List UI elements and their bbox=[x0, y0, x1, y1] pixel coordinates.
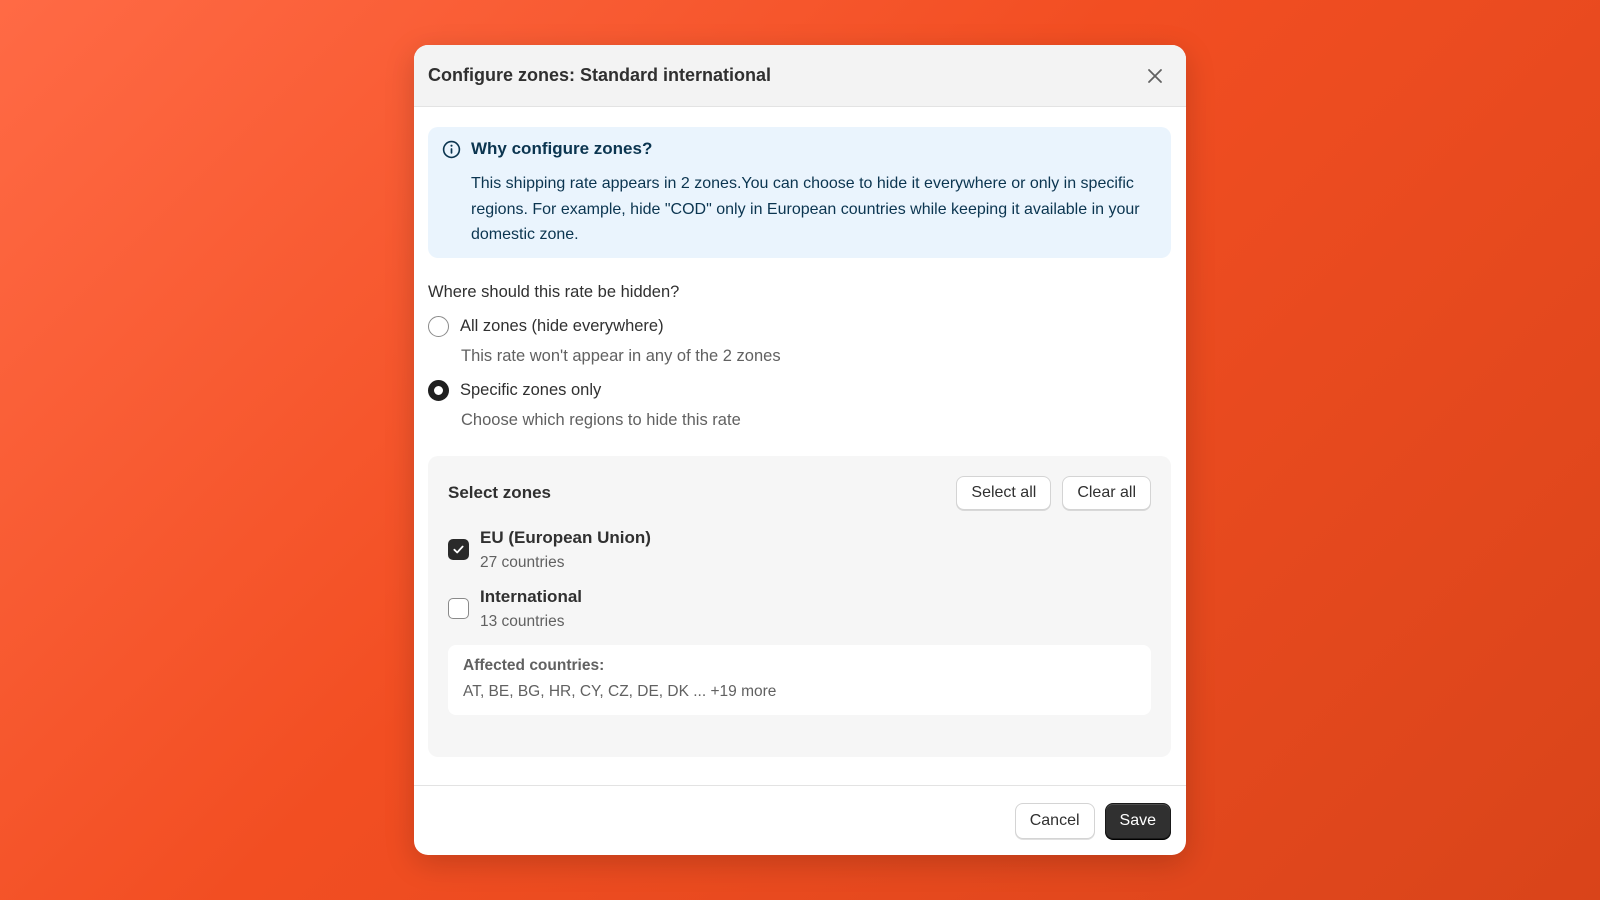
zones-header: Select zones Select all Clear all bbox=[448, 476, 1151, 510]
info-banner-header: Why configure zones? bbox=[442, 139, 1155, 159]
radio-specific-zones-control[interactable] bbox=[428, 380, 449, 401]
save-button[interactable]: Save bbox=[1104, 802, 1171, 839]
modal-title: Configure zones: Standard international bbox=[428, 65, 772, 85]
info-banner-title: Why configure zones? bbox=[471, 139, 653, 158]
hide-question: Where should this rate be hidden? bbox=[428, 283, 680, 301]
zone-eu-text: EU (European Union) 27 countries bbox=[480, 528, 651, 572]
info-banner-text: This shipping rate appears in 2 zones.Yo… bbox=[471, 175, 1140, 243]
radio-all-zones-label[interactable]: All zones (hide everywhere) bbox=[460, 317, 664, 336]
clear-all-button[interactable]: Clear all bbox=[1062, 476, 1151, 510]
radio-specific-zones-help: Choose which regions to hide this rate bbox=[461, 411, 741, 429]
radio-all-zones-control[interactable] bbox=[428, 316, 449, 337]
zone-item-international[interactable]: International 13 countries bbox=[448, 587, 1151, 631]
cancel-button[interactable]: Cancel bbox=[1014, 802, 1095, 839]
zone-international-checkbox[interactable] bbox=[448, 598, 469, 619]
configure-zones-modal: Configure zones: Standard international … bbox=[414, 45, 1186, 855]
affected-countries-box: Affected countries: AT, BE, BG, HR, CY, … bbox=[448, 645, 1151, 715]
zone-international-name: International bbox=[480, 587, 583, 606]
modal-header: Configure zones: Standard international bbox=[414, 45, 1186, 107]
zone-eu-checkbox[interactable] bbox=[448, 539, 469, 560]
zones-card: Select zones Select all Clear all EU (Eu… bbox=[428, 456, 1171, 757]
zone-eu-count: 27 countries bbox=[480, 554, 565, 571]
radio-specific-zones-label[interactable]: Specific zones only bbox=[460, 381, 601, 400]
zone-eu-name: EU (European Union) bbox=[480, 528, 651, 547]
close-icon bbox=[1148, 68, 1162, 83]
checkmark-icon bbox=[453, 545, 464, 554]
info-banner: Why configure zones? This shipping rate … bbox=[428, 127, 1171, 258]
affected-countries-label: Affected countries: bbox=[463, 657, 605, 674]
close-button[interactable] bbox=[1140, 61, 1170, 91]
zone-item-eu[interactable]: EU (European Union) 27 countries bbox=[448, 528, 1151, 572]
radio-specific-zones[interactable]: Specific zones only bbox=[428, 380, 1171, 401]
zones-title: Select zones bbox=[448, 483, 551, 502]
radio-all-zones[interactable]: All zones (hide everywhere) bbox=[428, 316, 1171, 337]
affected-countries-list: AT, BE, BG, HR, CY, CZ, DE, DK ... +19 m… bbox=[463, 683, 777, 700]
zone-international-count: 13 countries bbox=[480, 613, 565, 630]
zone-international-text: International 13 countries bbox=[480, 587, 582, 631]
radio-all-zones-help: This rate won't appear in any of the 2 z… bbox=[461, 347, 781, 365]
select-all-button[interactable]: Select all bbox=[956, 476, 1052, 510]
info-icon bbox=[442, 140, 461, 158]
modal-body: Why configure zones? This shipping rate … bbox=[414, 107, 1186, 757]
modal-footer: Cancel Save bbox=[414, 785, 1186, 855]
